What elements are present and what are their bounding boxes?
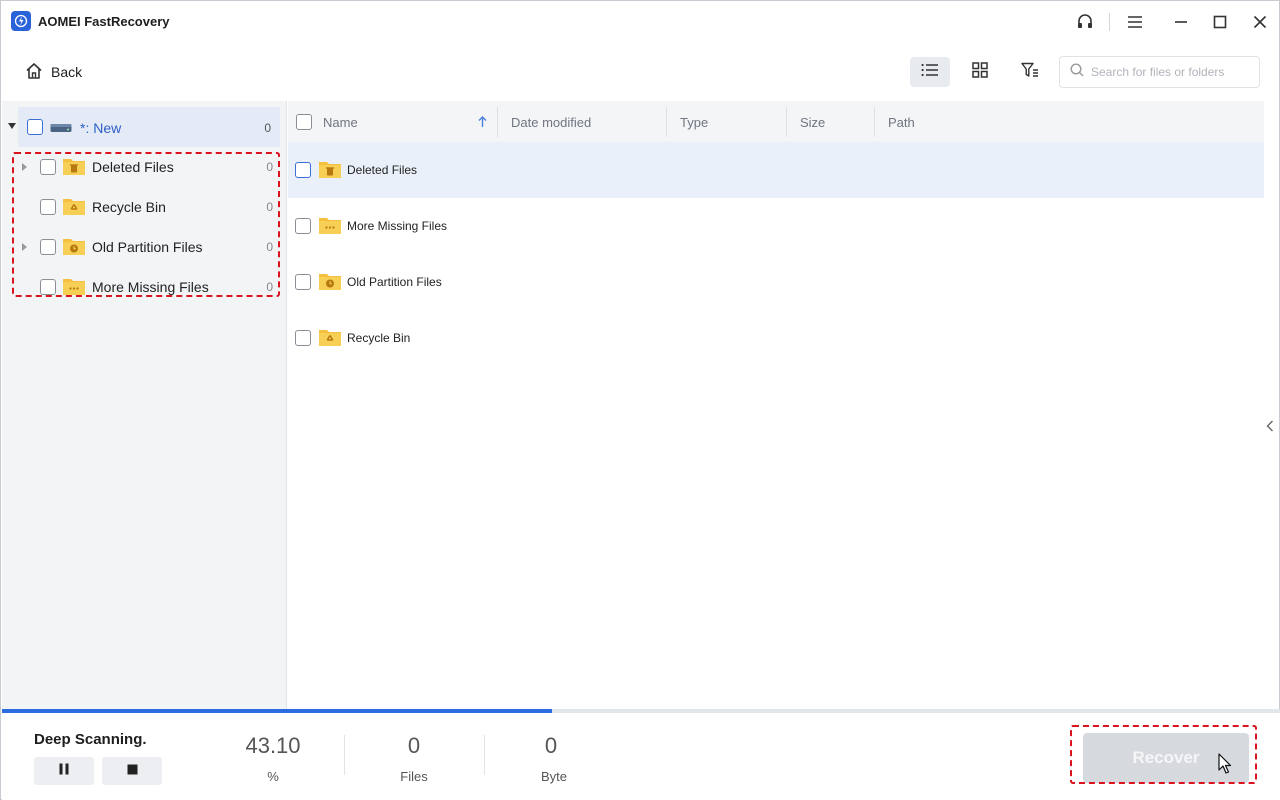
menu-icon[interactable]: [1123, 10, 1147, 34]
drive-icon: [50, 121, 72, 139]
stop-icon: [127, 762, 138, 780]
mouse-cursor-icon: [1218, 753, 1232, 780]
bytes-count-value: 0: [544, 733, 558, 758]
app-title: AOMEI FastRecovery: [38, 14, 170, 29]
scan-status-label: Deep Scanning.: [34, 731, 147, 748]
tree-item-checkbox[interactable]: [40, 199, 56, 215]
row-name: Old Partition Files: [347, 275, 442, 289]
collapse-panel-icon[interactable]: [1263, 417, 1277, 435]
folder-tree-panel: *: New 0 Deleted Files 0 Recycle Bin 0 O…: [2, 101, 287, 709]
tree-item-checkbox[interactable]: [40, 279, 56, 295]
tree-item-label: Old Partition Files: [92, 239, 203, 255]
status-bar: Deep Scanning. 43.10 % 0 Files 0 Byte Re…: [2, 713, 1280, 800]
root-label: *: New: [80, 120, 122, 136]
grid-view-button[interactable]: [960, 57, 1000, 87]
expand-arrow-icon[interactable]: [22, 243, 27, 251]
progress-percent-value: 43.10: [245, 733, 301, 758]
more-folder-icon: [318, 215, 342, 240]
column-divider[interactable]: [666, 107, 667, 137]
recycle-folder-icon: [62, 196, 86, 221]
row-name: Deleted Files: [347, 163, 418, 177]
row-checkbox[interactable]: [295, 162, 311, 178]
search-box[interactable]: [1059, 56, 1260, 88]
expand-arrow-icon[interactable]: [8, 123, 16, 129]
column-divider[interactable]: [786, 107, 787, 137]
tree-item-deleted-files[interactable]: Deleted Files 0: [14, 147, 282, 187]
row-name: Recycle Bin: [347, 331, 411, 345]
stat-divider: [344, 735, 345, 775]
trash-folder-icon: [318, 159, 342, 184]
clock-folder-icon: [62, 236, 86, 261]
stat-divider: [484, 735, 485, 775]
tree-item-label: Recycle Bin: [92, 199, 166, 215]
list-row-deleted-files[interactable]: Deleted Files: [288, 142, 1264, 198]
progress-percent-label: %: [267, 769, 279, 784]
back-button[interactable]: Back: [25, 61, 82, 83]
select-all-checkbox[interactable]: [296, 114, 312, 130]
files-count-value: 0: [407, 733, 421, 758]
trash-folder-icon: [62, 156, 86, 181]
list-header: Name Date modified Type Size Path: [288, 101, 1264, 143]
app-window: AOMEI FastRecovery Back Search for files…: [0, 0, 1280, 800]
column-header-size[interactable]: Size: [800, 115, 825, 130]
tree-item-label: More Missing Files: [92, 279, 209, 295]
column-header-date-modified[interactable]: Date modified: [511, 115, 591, 130]
pause-icon: [58, 762, 70, 780]
column-divider[interactable]: [874, 107, 875, 137]
tree-root-drive[interactable]: *: New 0: [18, 107, 280, 147]
column-header-name[interactable]: Name: [323, 115, 358, 130]
file-list-panel: Name Date modified Type Size Path Delete…: [288, 101, 1264, 709]
list-row-recycle-bin[interactable]: Recycle Bin: [288, 310, 1264, 366]
grid-view-icon: [972, 61, 988, 83]
titlebar-divider: [1109, 13, 1110, 31]
tree-item-old-partition-files[interactable]: Old Partition Files 0: [14, 227, 282, 267]
toolbar: Back: [1, 43, 1279, 101]
tree-item-count: 0: [266, 240, 273, 254]
more-folder-icon: [62, 276, 86, 301]
row-checkbox[interactable]: [295, 330, 311, 346]
sort-ascending-icon[interactable]: [478, 115, 487, 133]
app-logo-icon: [11, 11, 31, 31]
headset-icon[interactable]: [1073, 10, 1097, 34]
root-checkbox[interactable]: [27, 119, 43, 135]
filter-icon: [1021, 62, 1039, 83]
tree-item-count: 0: [266, 280, 273, 294]
column-header-path[interactable]: Path: [888, 115, 915, 130]
search-input[interactable]: [1091, 65, 1251, 79]
list-row-more-missing-files[interactable]: More Missing Files: [288, 198, 1264, 254]
filter-button[interactable]: [1010, 57, 1050, 87]
list-view-button[interactable]: [910, 57, 950, 87]
list-view-icon: [921, 63, 939, 82]
column-divider[interactable]: [497, 107, 498, 137]
recycle-folder-icon: [318, 327, 342, 352]
tree-item-label: Deleted Files: [92, 159, 174, 175]
home-icon: [25, 62, 43, 83]
tree-item-recycle-bin[interactable]: Recycle Bin 0: [14, 187, 282, 227]
column-header-type[interactable]: Type: [680, 115, 708, 130]
tree-item-checkbox[interactable]: [40, 159, 56, 175]
expand-arrow-icon[interactable]: [22, 163, 27, 171]
row-name: More Missing Files: [347, 219, 448, 233]
bytes-count-label: Byte: [540, 769, 567, 784]
tree-item-checkbox[interactable]: [40, 239, 56, 255]
row-checkbox[interactable]: [295, 274, 311, 290]
search-icon: [1070, 62, 1084, 82]
title-bar: AOMEI FastRecovery: [1, 1, 1279, 43]
minimize-icon[interactable]: [1169, 10, 1193, 34]
tree-item-count: 0: [266, 200, 273, 214]
close-icon[interactable]: [1248, 10, 1272, 34]
clock-folder-icon: [318, 271, 342, 296]
stop-button[interactable]: [102, 757, 162, 785]
list-row-old-partition-files[interactable]: Old Partition Files: [288, 254, 1264, 310]
back-label: Back: [51, 64, 83, 80]
row-checkbox[interactable]: [295, 218, 311, 234]
files-count-label: Files: [400, 769, 428, 784]
pause-button[interactable]: [34, 757, 94, 785]
maximize-icon[interactable]: [1208, 10, 1232, 34]
tree-item-more-missing-files[interactable]: More Missing Files 0: [14, 267, 282, 307]
tree-item-count: 0: [266, 160, 273, 174]
root-count: 0: [264, 121, 271, 135]
